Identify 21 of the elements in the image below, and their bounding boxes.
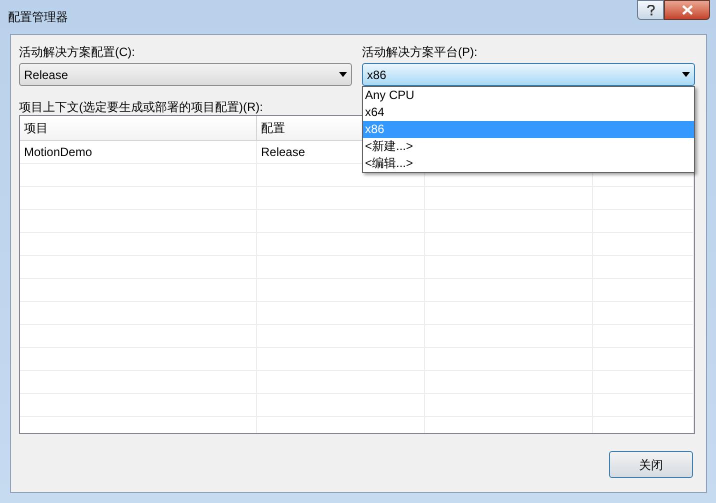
dropdown-option[interactable]: <新建...>: [363, 138, 694, 155]
dropdown-option[interactable]: Any CPU: [363, 87, 694, 104]
help-icon: [646, 4, 654, 16]
help-button[interactable]: [637, 0, 664, 20]
column-header[interactable]: 项目: [24, 119, 48, 137]
table-cell-text: Release: [261, 144, 306, 161]
column-header[interactable]: 配置: [261, 119, 285, 137]
caret-icon: [339, 72, 347, 77]
table-cell-text: MotionDemo: [24, 144, 92, 161]
close-button[interactable]: [664, 0, 710, 20]
close-dialog-button[interactable]: 关闭: [609, 451, 693, 478]
dropdown-option[interactable]: <编辑...>: [363, 155, 694, 172]
config-label: 活动解决方案配置(C):: [19, 44, 136, 61]
platform-dropdown[interactable]: x86: [362, 63, 695, 86]
caret-icon: [682, 72, 690, 77]
platform-label: 活动解决方案平台(P):: [362, 44, 478, 61]
window-title: 配置管理器: [8, 9, 68, 26]
project-context-label: 项目上下文(选定要生成或部署的项目配置)(R):: [19, 99, 263, 114]
config-dropdown[interactable]: Release: [19, 63, 352, 86]
dropdown-option[interactable]: x64: [363, 104, 694, 121]
close-icon: [682, 5, 692, 15]
